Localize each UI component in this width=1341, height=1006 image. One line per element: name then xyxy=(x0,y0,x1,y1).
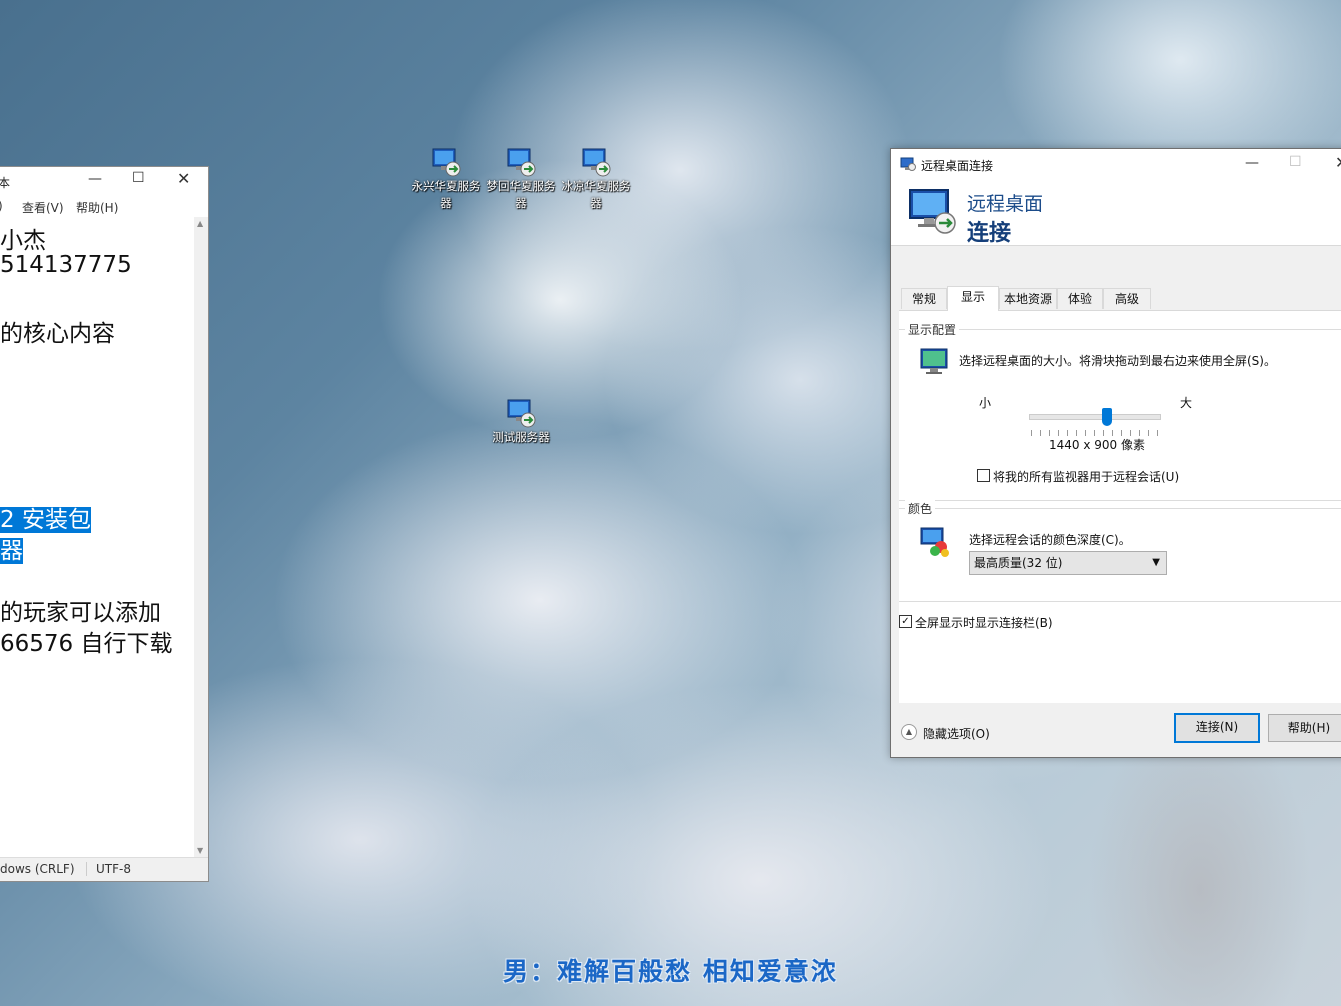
connect-button[interactable]: 连接(N) xyxy=(1174,713,1260,743)
color-depth-description: 选择远程会话的颜色深度(C)。 xyxy=(969,533,1131,547)
tab-general[interactable]: 常规 xyxy=(901,288,947,309)
desktop-shortcut-yongxing[interactable]: 永兴华夏服务器 xyxy=(411,146,481,212)
desktop-shortcut-label: 冰凉华夏服务器 xyxy=(561,179,631,210)
tab-display[interactable]: 显示 xyxy=(947,286,999,311)
rdp-banner: 远程桌面 连接 xyxy=(891,179,1341,246)
banner-subtitle: 连接 xyxy=(967,221,1012,246)
tab-experience[interactable]: 体验 xyxy=(1057,288,1103,309)
hide-options-link[interactable]: 隐藏选项(O) xyxy=(923,725,990,742)
remote-desktop-icon xyxy=(582,148,611,177)
group-label-display: 显示配置 xyxy=(905,321,960,338)
tab-local-resources[interactable]: 本地资源 xyxy=(999,288,1057,309)
text-line: 小杰 xyxy=(0,228,46,254)
color-group: 颜色 选择远程会话的颜色深度(C)。 最高质量(32 位) ▼ xyxy=(899,500,1341,602)
monitor-icon xyxy=(920,348,948,374)
minimize-icon[interactable]: — xyxy=(88,171,102,187)
text-line: 的核心内容 xyxy=(0,321,115,347)
rdp-titlebar[interactable]: 远程桌面连接 — ☐ ✕ xyxy=(891,149,1341,179)
selected-text-line: 器 xyxy=(0,538,23,564)
video-subtitle: 男：难解百般愁 相知爱意浓 xyxy=(503,957,838,986)
remote-desktop-small-icon xyxy=(900,157,916,171)
menu-item-partial[interactable]: ) xyxy=(0,199,3,213)
scroll-up-icon[interactable]: ▲ xyxy=(197,219,203,228)
display-config-group: 显示配置 选择远程桌面的大小。将滑块拖动到最右边来使用全屏(S)。 小 大 14… xyxy=(899,321,1341,501)
minimize-icon[interactable]: — xyxy=(1245,155,1259,171)
desktop-shortcut-bingliang[interactable]: 冰凉华夏服务器 xyxy=(561,146,631,212)
remote-desktop-dialog[interactable]: 远程桌面连接 — ☐ ✕ 远程桌面 连接 常规 显示 本地资源 体验 高级 xyxy=(890,148,1341,758)
vertical-scrollbar[interactable]: ▲ ▼ xyxy=(194,217,208,857)
close-icon[interactable]: ✕ xyxy=(177,169,190,188)
selected-text-line: 2 安装包 xyxy=(0,507,91,533)
notepad-text-area[interactable]: 小杰 514137775 的核心内容 2 安装包 器 的玩家可以添加 66576… xyxy=(0,217,194,857)
display-tab-panel: 显示配置 选择远程桌面的大小。将滑块拖动到最右边来使用全屏(S)。 小 大 14… xyxy=(899,310,1341,703)
tab-advanced[interactable]: 高级 xyxy=(1103,288,1151,309)
display-size-slider-track[interactable] xyxy=(1029,414,1161,420)
group-label-color: 颜色 xyxy=(905,500,936,517)
close-icon[interactable]: ✕ xyxy=(1335,153,1341,172)
collapse-options-icon[interactable]: ▲ xyxy=(901,724,917,740)
desktop-shortcut-menghui[interactable]: 梦回华夏服务器 xyxy=(486,146,556,212)
color-depth-value: 最高质量(32 位) xyxy=(974,556,1063,570)
desktop-background: 永兴华夏服务器 梦回华夏服务器 冰凉华夏服务器 测试服务器 — ☐ ✕ 查看(V… xyxy=(0,0,1341,1006)
encoding-status: UTF-8 xyxy=(86,862,131,876)
scroll-down-icon[interactable]: ▼ xyxy=(197,846,203,855)
resolution-label: 1440 x 900 像素 xyxy=(1049,438,1145,452)
display-size-slider-thumb[interactable] xyxy=(1102,408,1112,426)
line-ending-status: dows (CRLF) xyxy=(0,862,75,876)
desktop-shortcut-test[interactable]: 测试服务器 xyxy=(486,397,556,446)
notepad-window[interactable]: 本 — ☐ ✕ ) 查看(V) 帮助(H) 小杰 514137775 的核心内容… xyxy=(0,166,209,882)
banner-title: 远程桌面 xyxy=(967,193,1044,215)
multi-monitor-checkbox[interactable] xyxy=(977,469,990,482)
text-line: 66576 自行下载 xyxy=(0,631,173,657)
notepad-title: 本 xyxy=(0,174,10,191)
maximize-icon: ☐ xyxy=(1289,154,1302,170)
notepad-statusbar: dows (CRLF) UTF-8 xyxy=(0,857,208,881)
desktop-shortcut-label: 测试服务器 xyxy=(492,430,550,444)
desktop-shortcut-label: 永兴华夏服务器 xyxy=(411,179,481,210)
connection-bar-checkbox[interactable]: ✓ xyxy=(899,615,912,628)
display-size-description: 选择远程桌面的大小。将滑块拖动到最右边来使用全屏(S)。 xyxy=(959,354,1276,368)
remote-desktop-icon xyxy=(507,399,536,428)
rdp-window-title: 远程桌面连接 xyxy=(921,159,994,173)
multi-monitor-label[interactable]: 将我的所有监视器用于远程会话(U) xyxy=(993,468,1179,485)
remote-desktop-icon xyxy=(432,148,461,177)
color-palette-icon xyxy=(920,527,949,557)
help-button[interactable]: 帮助(H) xyxy=(1268,714,1341,742)
notepad-menubar: ) 查看(V) 帮助(H) xyxy=(0,195,208,217)
remote-desktop-icon xyxy=(507,148,536,177)
color-depth-select[interactable]: 最高质量(32 位) ▼ xyxy=(969,551,1167,575)
slider-small-label: 小 xyxy=(979,396,992,410)
slider-large-label: 大 xyxy=(1180,396,1193,410)
chevron-down-icon: ▼ xyxy=(1152,557,1160,568)
maximize-icon[interactable]: ☐ xyxy=(132,170,145,186)
menu-item-view[interactable]: 查看(V) xyxy=(22,199,64,216)
desktop-shortcut-label: 梦回华夏服务器 xyxy=(486,179,556,210)
remote-desktop-logo-icon xyxy=(909,189,956,234)
connection-bar-label[interactable]: 全屏显示时显示连接栏(B) xyxy=(915,614,1053,631)
text-line: 514137775 xyxy=(0,252,132,278)
notepad-titlebar[interactable]: 本 — ☐ ✕ xyxy=(0,167,208,195)
menu-item-help[interactable]: 帮助(H) xyxy=(76,199,118,216)
text-line: 的玩家可以添加 xyxy=(0,600,161,626)
